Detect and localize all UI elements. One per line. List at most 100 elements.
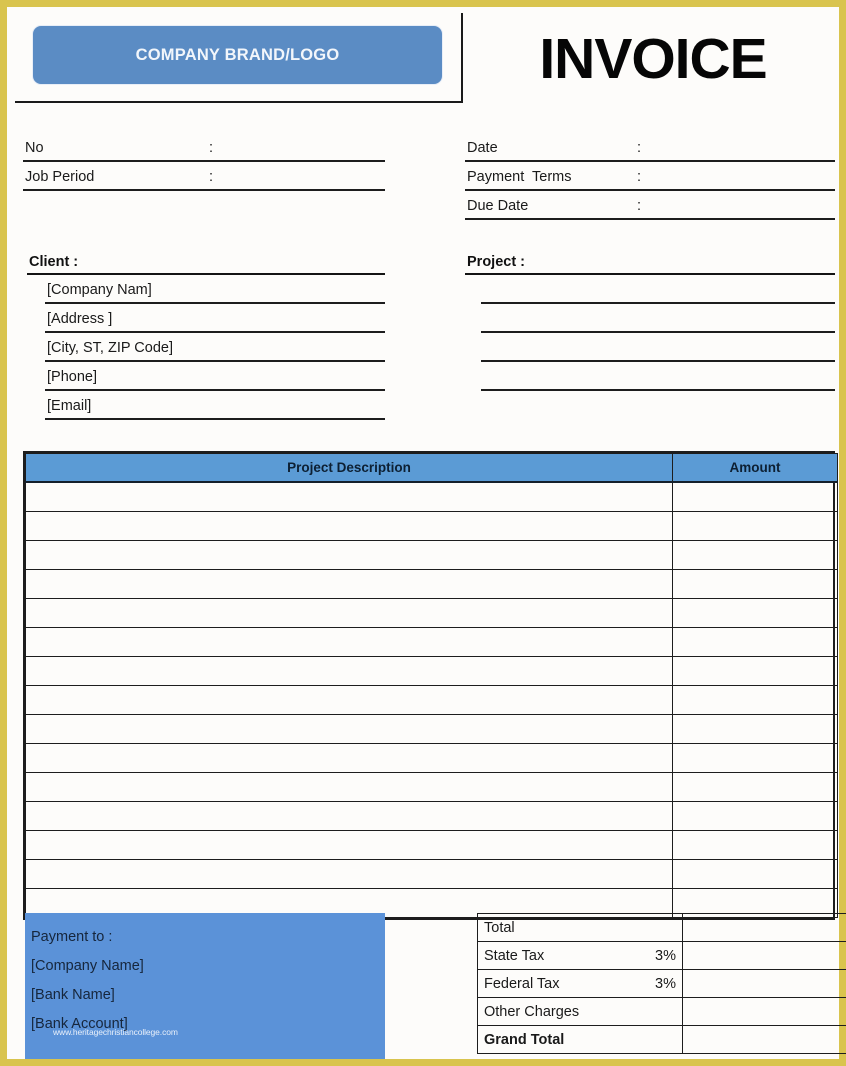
- totals-label: Grand Total: [484, 1031, 565, 1048]
- client-title-row: Client :: [27, 249, 385, 275]
- cell-description[interactable]: [25, 569, 673, 599]
- meta-field-row[interactable]: Job Period:: [23, 162, 385, 191]
- totals-value-cell[interactable]: [682, 1025, 846, 1054]
- cell-amount[interactable]: [672, 685, 838, 715]
- table-row[interactable]: [25, 598, 838, 628]
- meta-field-row[interactable]: Due Date:: [465, 191, 835, 220]
- table-row[interactable]: [25, 627, 838, 657]
- totals-label: Other Charges: [484, 1003, 580, 1020]
- meta-field-label: Payment Terms: [467, 169, 572, 185]
- totals-value-cell[interactable]: [682, 997, 846, 1026]
- cell-amount[interactable]: [672, 743, 838, 773]
- client-line[interactable]: [Address ]: [45, 304, 385, 333]
- client-title: Client :: [29, 254, 79, 270]
- project-line[interactable]: [481, 362, 835, 391]
- cell-amount[interactable]: [672, 627, 838, 657]
- table-row[interactable]: [25, 743, 838, 773]
- cell-amount[interactable]: [672, 830, 838, 860]
- cell-description[interactable]: [25, 859, 673, 889]
- meta-field-colon: :: [637, 140, 642, 156]
- project-line[interactable]: [481, 275, 835, 304]
- cell-description[interactable]: [25, 743, 673, 773]
- meta-field-row[interactable]: Date:: [465, 133, 835, 162]
- client-block: Client : [Company Nam] [Address ] [City, S…: [27, 249, 385, 420]
- project-title: Project :: [467, 254, 526, 270]
- cell-description[interactable]: [25, 511, 673, 541]
- meta-fields-left: No: Job Period:: [23, 133, 385, 223]
- totals-label: Federal Tax: [484, 975, 560, 992]
- invoice-page: COMPANY BRAND/LOGO INVOICE No: Job Period…: [0, 0, 846, 1066]
- cell-description[interactable]: [25, 656, 673, 686]
- meta-field-label: Date: [467, 140, 498, 156]
- cell-description[interactable]: [25, 714, 673, 744]
- table-row[interactable]: [25, 481, 838, 512]
- meta-field-row[interactable]: Payment Terms:: [465, 162, 835, 191]
- project-line[interactable]: [481, 304, 835, 333]
- cell-description[interactable]: [25, 540, 673, 570]
- client-line[interactable]: [Email]: [45, 391, 385, 420]
- cell-amount[interactable]: [672, 569, 838, 599]
- table-row[interactable]: [25, 656, 838, 686]
- totals-value-cell[interactable]: [682, 941, 846, 970]
- page-title: INVOICE: [475, 17, 831, 101]
- table-row[interactable]: [25, 511, 838, 541]
- cell-amount[interactable]: [672, 656, 838, 686]
- cell-description[interactable]: [25, 772, 673, 802]
- totals-row: Federal Tax 3%: [477, 969, 846, 998]
- payment-info-box: Payment to : [Company Name] [Bank Name] [B…: [25, 913, 385, 1059]
- table-row[interactable]: [25, 830, 838, 860]
- company-logo-box[interactable]: COMPANY BRAND/LOGO: [32, 25, 443, 85]
- table-row[interactable]: [25, 772, 838, 802]
- table-row[interactable]: [25, 685, 838, 715]
- cell-amount[interactable]: [672, 481, 838, 512]
- cell-description[interactable]: [25, 598, 673, 628]
- project-title-row: Project :: [465, 249, 835, 275]
- client-line-text: [City, ST, ZIP Code]: [47, 340, 173, 356]
- client-line[interactable]: [City, ST, ZIP Code]: [45, 333, 385, 362]
- column-header-amount: Amount: [672, 453, 838, 483]
- project-block: Project :: [465, 249, 835, 391]
- cell-amount[interactable]: [672, 859, 838, 889]
- totals-row: Other Charges: [477, 997, 846, 1026]
- cell-amount[interactable]: [672, 540, 838, 570]
- totals-label-cell: Total: [477, 913, 683, 942]
- project-line[interactable]: [481, 333, 835, 362]
- payment-detail-line[interactable]: [Bank Name]: [31, 981, 385, 1010]
- totals-value-cell[interactable]: [682, 969, 846, 998]
- cell-description[interactable]: [25, 685, 673, 715]
- client-line[interactable]: [Phone]: [45, 362, 385, 391]
- cell-amount[interactable]: [672, 772, 838, 802]
- totals-value-cell[interactable]: [682, 913, 846, 942]
- items-table: Project Description Amount: [23, 451, 838, 920]
- meta-field-row[interactable]: No:: [23, 133, 385, 162]
- site-watermark: www.heritagechristiancollege.com: [53, 1027, 178, 1037]
- meta-field-label: Job Period: [25, 169, 95, 185]
- company-logo-label: COMPANY BRAND/LOGO: [135, 45, 340, 64]
- totals-row: State Tax 3%: [477, 941, 846, 970]
- cell-amount[interactable]: [672, 598, 838, 628]
- table-row[interactable]: [25, 569, 838, 599]
- table-row[interactable]: [25, 714, 838, 744]
- payment-detail-line[interactable]: [Company Name]: [31, 952, 385, 981]
- totals-label: Total: [484, 919, 515, 936]
- totals-row: Grand Total: [477, 1025, 846, 1054]
- table-row[interactable]: [25, 801, 838, 831]
- table-row[interactable]: [25, 859, 838, 889]
- cell-amount[interactable]: [672, 714, 838, 744]
- client-line-text: [Email]: [47, 398, 92, 414]
- meta-field-colon: :: [209, 169, 214, 185]
- cell-description[interactable]: [25, 481, 673, 512]
- meta-field-label: No: [25, 140, 44, 156]
- cell-amount[interactable]: [672, 801, 838, 831]
- meta-field-colon: :: [209, 140, 214, 156]
- meta-field-colon: :: [637, 169, 642, 185]
- meta-field-colon: :: [637, 198, 642, 214]
- cell-description[interactable]: [25, 830, 673, 860]
- client-line[interactable]: [Company Nam]: [45, 275, 385, 304]
- meta-field-label: Due Date: [467, 198, 529, 214]
- totals-rate: 3%: [655, 975, 676, 992]
- cell-description[interactable]: [25, 801, 673, 831]
- cell-description[interactable]: [25, 627, 673, 657]
- cell-amount[interactable]: [672, 511, 838, 541]
- table-row[interactable]: [25, 540, 838, 570]
